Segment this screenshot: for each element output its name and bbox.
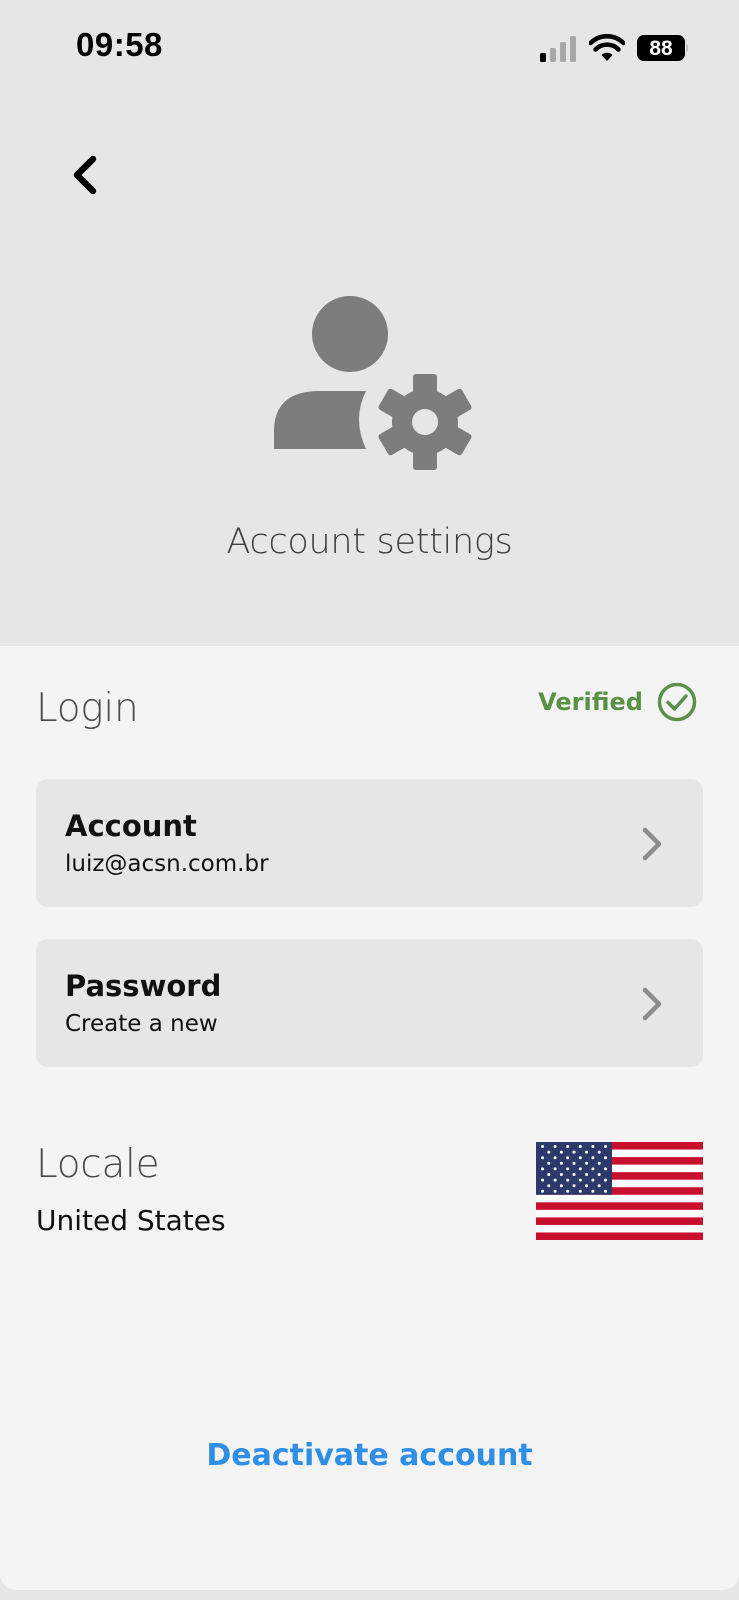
user-settings-icon [274,296,472,470]
locale-value: United States [36,1204,226,1237]
page-title: Account settings [226,522,513,562]
wifi-icon [589,34,625,61]
settings-sheet: Login Verified Account luiz@acsn.com.br … [0,646,739,1590]
verified-badge: Verified [538,682,697,722]
check-circle-icon [657,682,697,722]
chevron-right-icon [642,987,662,1021]
verified-label: Verified [538,688,643,716]
deactivate-account-button[interactable]: Deactivate account [0,1438,739,1473]
battery-level: 88 [649,37,673,60]
us-flag-icon[interactable] [536,1142,703,1240]
chevron-right-icon [642,827,662,861]
password-title: Password [65,969,222,1003]
status-bar: 09:58 88 [0,0,739,100]
login-heading: Login [36,686,139,731]
locale-heading: Locale [36,1142,160,1187]
account-title: Account [65,809,197,843]
password-card[interactable]: Password Create a new [36,939,703,1067]
status-time: 09:58 [76,26,163,63]
cellular-signal-icon [540,36,576,62]
chevron-left-icon [73,155,97,195]
password-subtitle: Create a new [65,1011,218,1037]
back-button[interactable] [66,150,106,200]
account-card[interactable]: Account luiz@acsn.com.br [36,779,703,907]
account-email: luiz@acsn.com.br [65,851,269,877]
